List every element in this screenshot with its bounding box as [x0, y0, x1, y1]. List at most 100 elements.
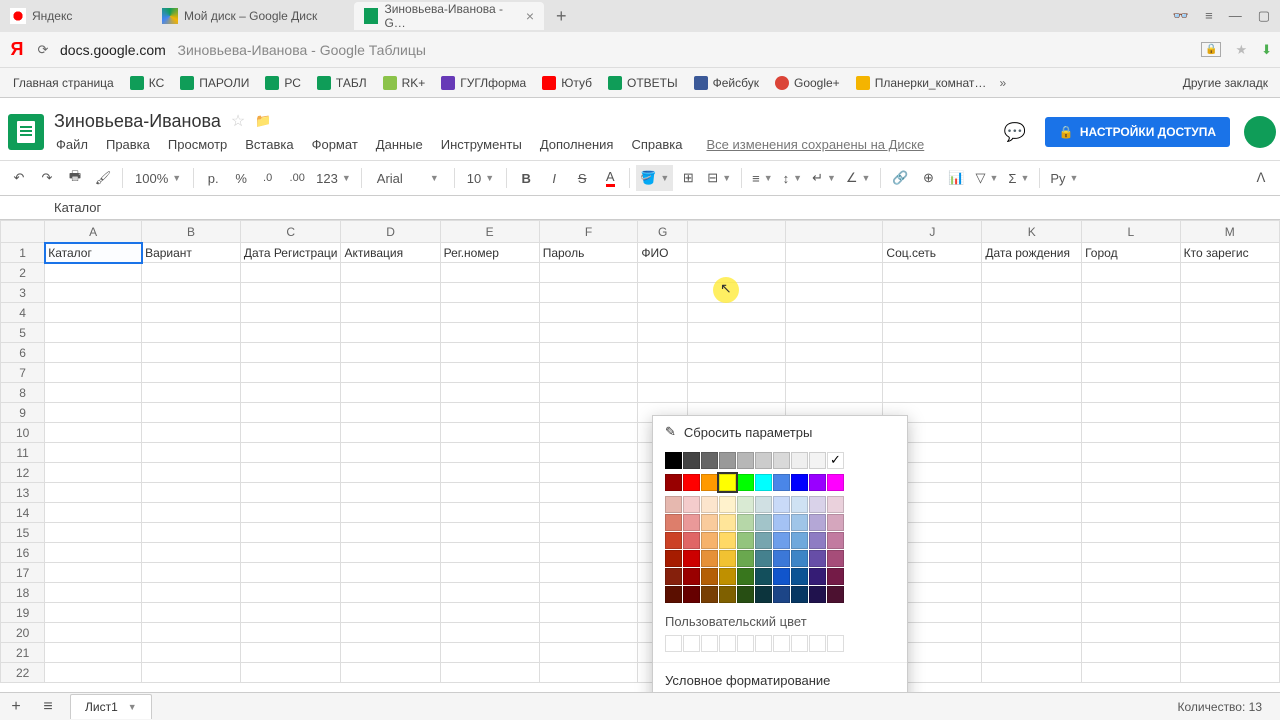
- cell[interactable]: [982, 423, 1082, 443]
- color-swatch[interactable]: [737, 532, 754, 549]
- other-bookmarks[interactable]: Другие закладк: [1183, 76, 1274, 90]
- cell[interactable]: [883, 263, 982, 283]
- cell[interactable]: [440, 563, 539, 583]
- cell[interactable]: [341, 263, 440, 283]
- cell[interactable]: [240, 643, 341, 663]
- cell[interactable]: [1180, 523, 1279, 543]
- paint-format-icon[interactable]: 🖌: [90, 165, 116, 191]
- cell[interactable]: [142, 523, 241, 543]
- cell[interactable]: [638, 283, 688, 303]
- bookmark[interactable]: Планерки_комнат…: [849, 73, 994, 93]
- incognito-icon[interactable]: 👓: [1173, 8, 1189, 24]
- cell[interactable]: [1082, 523, 1181, 543]
- cell[interactable]: [539, 363, 638, 383]
- cell[interactable]: [341, 543, 440, 563]
- color-swatch[interactable]: [809, 514, 826, 531]
- cell[interactable]: [45, 523, 142, 543]
- row-header[interactable]: 15: [1, 523, 45, 543]
- increase-decimal-button[interactable]: .00: [284, 165, 310, 191]
- cell[interactable]: [785, 383, 883, 403]
- font-select[interactable]: Arial▼: [368, 165, 448, 191]
- conditional-formatting[interactable]: Условное форматирование: [653, 665, 907, 692]
- color-swatch[interactable]: [737, 550, 754, 567]
- bookmark[interactable]: ГУГЛформа: [434, 73, 533, 93]
- filter-icon[interactable]: ▽▼: [971, 165, 1002, 191]
- cell[interactable]: [883, 383, 982, 403]
- cell[interactable]: [688, 363, 786, 383]
- row-header[interactable]: 16: [1, 543, 45, 563]
- color-swatch[interactable]: [719, 496, 736, 513]
- custom-swatch[interactable]: [791, 635, 808, 652]
- cell[interactable]: [240, 523, 341, 543]
- color-swatch[interactable]: [755, 568, 772, 585]
- cell[interactable]: [142, 363, 241, 383]
- color-swatch[interactable]: [809, 550, 826, 567]
- color-swatch[interactable]: [737, 496, 754, 513]
- browser-tab[interactable]: Яндекс: [0, 2, 150, 30]
- cell[interactable]: [1180, 463, 1279, 483]
- color-swatch[interactable]: [737, 474, 754, 491]
- cell[interactable]: [982, 543, 1082, 563]
- zoom-select[interactable]: 100%▼: [129, 165, 187, 191]
- cell[interactable]: [1180, 583, 1279, 603]
- close-icon[interactable]: ×: [526, 8, 534, 24]
- cell[interactable]: [45, 283, 142, 303]
- bookmark[interactable]: РС: [258, 73, 308, 93]
- cell[interactable]: [539, 423, 638, 443]
- row-header[interactable]: 5: [1, 323, 45, 343]
- cell[interactable]: [982, 283, 1082, 303]
- row-header[interactable]: 3: [1, 283, 45, 303]
- color-swatch[interactable]: [683, 532, 700, 549]
- cell[interactable]: [142, 483, 241, 503]
- row-header[interactable]: 8: [1, 383, 45, 403]
- number-format-select[interactable]: 123▼: [312, 165, 355, 191]
- menu-addons[interactable]: Дополнения: [538, 135, 616, 154]
- cell[interactable]: [240, 423, 341, 443]
- cell[interactable]: [45, 443, 142, 463]
- cell[interactable]: [45, 603, 142, 623]
- column-header[interactable]: D: [341, 221, 440, 243]
- color-swatch[interactable]: [683, 586, 700, 603]
- valign-button[interactable]: ↕▼: [779, 165, 806, 191]
- color-swatch[interactable]: [683, 550, 700, 567]
- cell[interactable]: [1082, 623, 1181, 643]
- color-swatch[interactable]: [665, 496, 682, 513]
- comment-icon[interactable]: ⊕: [915, 165, 941, 191]
- cell[interactable]: [638, 343, 688, 363]
- star-icon[interactable]: ☆: [231, 111, 245, 131]
- cell[interactable]: [1082, 583, 1181, 603]
- row-header[interactable]: 22: [1, 663, 45, 683]
- cell[interactable]: [1082, 603, 1181, 623]
- color-swatch[interactable]: [809, 568, 826, 585]
- cell[interactable]: [688, 303, 786, 323]
- column-header[interactable]: G: [638, 221, 688, 243]
- comments-icon[interactable]: 💬: [999, 116, 1031, 148]
- cell[interactable]: [45, 363, 142, 383]
- row-header[interactable]: 19: [1, 603, 45, 623]
- cell[interactable]: [1180, 503, 1279, 523]
- color-swatch[interactable]: [701, 452, 718, 469]
- cell[interactable]: [1082, 643, 1181, 663]
- color-swatch[interactable]: [773, 452, 790, 469]
- cell[interactable]: [341, 583, 440, 603]
- color-swatch[interactable]: [683, 452, 700, 469]
- cell[interactable]: [1082, 323, 1181, 343]
- currency-button[interactable]: р.: [200, 165, 226, 191]
- cell[interactable]: [539, 583, 638, 603]
- cell[interactable]: [539, 263, 638, 283]
- cell[interactable]: [1180, 423, 1279, 443]
- cell[interactable]: [240, 303, 341, 323]
- column-header[interactable]: B: [142, 221, 241, 243]
- percent-button[interactable]: %: [228, 165, 254, 191]
- cell[interactable]: [240, 463, 341, 483]
- cell[interactable]: [440, 643, 539, 663]
- cell[interactable]: [1180, 443, 1279, 463]
- cell[interactable]: [638, 363, 688, 383]
- chevron-down-icon[interactable]: ▼: [128, 702, 137, 712]
- cell[interactable]: [982, 263, 1082, 283]
- row-header[interactable]: 6: [1, 343, 45, 363]
- cell[interactable]: [240, 563, 341, 583]
- cell[interactable]: [440, 423, 539, 443]
- cell[interactable]: [1180, 263, 1279, 283]
- cell[interactable]: [440, 503, 539, 523]
